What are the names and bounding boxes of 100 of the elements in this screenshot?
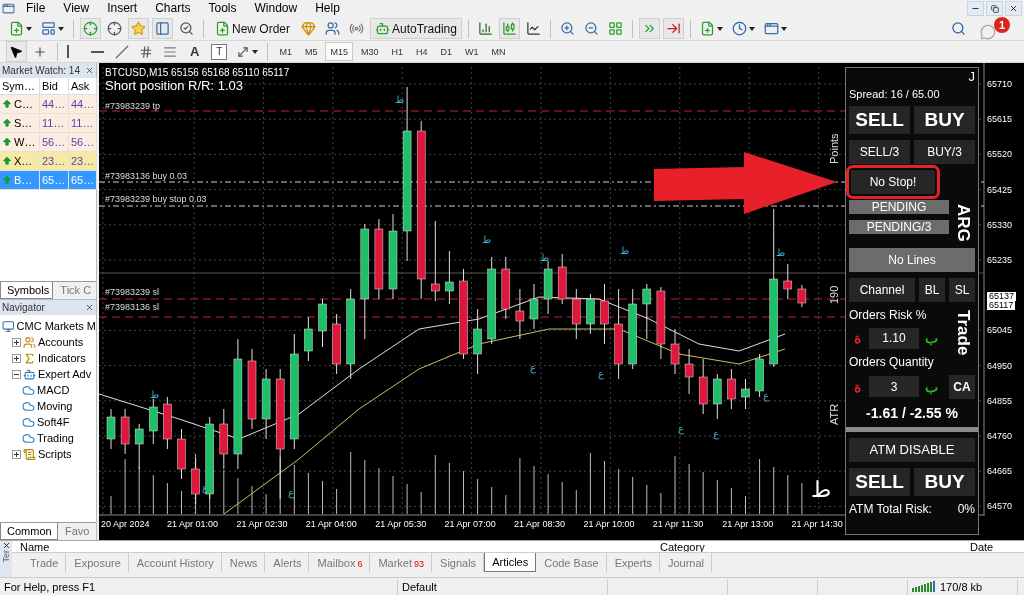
autotrading-button[interactable]: AutoTrading bbox=[370, 18, 462, 39]
price-axis-label: 64760 bbox=[987, 432, 1013, 441]
column-header[interactable]: Date bbox=[962, 541, 1024, 552]
menu-item[interactable]: Tools bbox=[199, 1, 246, 16]
terminal-tab[interactable]: Alerts bbox=[265, 553, 310, 572]
tree-item[interactable]: Moving bbox=[22, 398, 96, 414]
sell-third-button[interactable]: SELL/3 bbox=[849, 140, 910, 164]
decrease-button[interactable]: ة bbox=[849, 330, 865, 347]
menu-item[interactable]: Insert bbox=[98, 1, 147, 16]
menu-item[interactable]: View bbox=[54, 1, 99, 16]
profit-label: -1.61 / -2.55 % bbox=[866, 404, 958, 421]
timeframe-button[interactable]: M30 bbox=[355, 42, 384, 61]
fractal-mark: ط bbox=[776, 248, 785, 258]
time-axis-label: 21 Apr 02:30 bbox=[236, 520, 288, 529]
time-axis-label: 20 Apr 2024 bbox=[101, 520, 150, 529]
bid-cell: 23… bbox=[40, 152, 69, 171]
column-header[interactable]: Sym… bbox=[0, 78, 40, 95]
chat-button[interactable]: 1 bbox=[980, 17, 1010, 40]
timeframe-button[interactable]: W1 bbox=[460, 42, 484, 61]
sl-button[interactable]: SL bbox=[949, 277, 975, 302]
sell-button[interactable]: SELL bbox=[849, 106, 910, 134]
timeframe-button[interactable]: H1 bbox=[386, 42, 408, 61]
terminal-tab[interactable]: Articles bbox=[484, 553, 537, 572]
fractal-mark: ع bbox=[763, 391, 769, 401]
price-axis-label: 65045 bbox=[987, 326, 1013, 336]
terminal-tab[interactable]: Market 93 bbox=[370, 553, 433, 572]
timeframe-button[interactable]: D1 bbox=[435, 42, 457, 61]
price-tag: 65117 bbox=[987, 301, 1016, 310]
tree-item[interactable]: Scripts bbox=[12, 446, 96, 462]
pending-third-button[interactable]: PENDING/3 bbox=[849, 220, 949, 234]
increase-button[interactable]: ب bbox=[923, 330, 939, 347]
text-tool-button[interactable]: A bbox=[184, 42, 206, 61]
ca-button[interactable]: CA bbox=[949, 374, 975, 399]
tree-item[interactable]: Accounts bbox=[12, 334, 96, 350]
buy-button[interactable]: BUY bbox=[914, 106, 975, 134]
risk-field[interactable]: 1.10 bbox=[869, 327, 919, 349]
buy-button[interactable]: BUY bbox=[914, 467, 975, 496]
panel-corner-label: J bbox=[968, 68, 975, 84]
timeframe-button[interactable]: M15 bbox=[325, 42, 353, 61]
terminal-tab[interactable]: Account History bbox=[128, 553, 222, 572]
bl-button[interactable]: BL bbox=[919, 277, 945, 302]
unread-count: 6 bbox=[357, 558, 363, 569]
timeframe-button[interactable]: M1 bbox=[274, 42, 297, 61]
corner-glyph: ط bbox=[811, 479, 831, 501]
tree-item[interactable]: Soft4F bbox=[22, 414, 96, 430]
terminal-tab[interactable]: Mailbox 6 bbox=[309, 553, 371, 572]
fractal-mark: ط bbox=[482, 235, 491, 245]
terminal-tab[interactable]: Journal bbox=[659, 553, 712, 572]
terminal-tab[interactable]: Trade bbox=[22, 553, 67, 572]
label-tool-button[interactable]: T bbox=[211, 43, 228, 60]
tree-item[interactable]: Expert Adv bbox=[12, 366, 96, 382]
new-order-button[interactable]: New Order bbox=[210, 18, 295, 39]
menu-item[interactable]: File bbox=[17, 1, 55, 16]
timeframe-button[interactable]: M5 bbox=[299, 42, 323, 61]
order-line-label: #73983136 buy 0.03 bbox=[105, 172, 188, 181]
atm-disable-button[interactable]: ATM DISABLE bbox=[849, 437, 975, 462]
menu-item[interactable]: Charts bbox=[146, 1, 200, 16]
status-text: For Help, press F1 bbox=[0, 578, 398, 595]
terminal-tab[interactable]: Code Base bbox=[536, 553, 607, 572]
decrease-button[interactable]: ة bbox=[849, 378, 865, 395]
fractal-mark: ط bbox=[540, 253, 549, 263]
no-lines-button[interactable]: No Lines bbox=[849, 247, 975, 272]
time-axis-label: 21 Apr 05:30 bbox=[375, 520, 427, 529]
panel-tab[interactable]: Symbols bbox=[0, 282, 54, 299]
time-axis-label: 21 Apr 13:00 bbox=[722, 520, 774, 529]
fractal-mark: ع bbox=[598, 369, 604, 379]
quantity-field[interactable]: 3 bbox=[869, 376, 919, 398]
column-header[interactable]: Bid bbox=[40, 78, 69, 95]
timeframe-button[interactable]: H4 bbox=[410, 42, 433, 61]
order-line-label: #73983136 sl bbox=[105, 303, 160, 312]
tree-item[interactable]: CMC Markets M bbox=[2, 318, 96, 334]
unread-count: 93 bbox=[414, 558, 425, 569]
menu-item[interactable]: Help bbox=[306, 1, 349, 16]
terminal-tab[interactable]: Experts bbox=[606, 553, 660, 572]
indicator-label: ATR bbox=[829, 403, 840, 425]
panel-tab[interactable]: Common bbox=[0, 523, 58, 540]
symbol-cell[interactable]: C… bbox=[0, 95, 40, 114]
tree-item[interactable]: Trading bbox=[22, 430, 96, 446]
pending-button[interactable]: PENDING bbox=[849, 200, 949, 214]
column-header[interactable]: Name bbox=[12, 541, 652, 552]
tree-item[interactable]: MACD bbox=[22, 382, 96, 398]
sell-button[interactable]: SELL bbox=[849, 467, 910, 496]
vertical-label: ARG bbox=[953, 204, 973, 242]
terminal-tab[interactable]: Exposure bbox=[66, 553, 129, 572]
time-axis-label: 21 Apr 11:30 bbox=[652, 520, 704, 529]
buy-third-button[interactable]: BUY/3 bbox=[914, 140, 975, 164]
increase-button[interactable]: ب bbox=[923, 378, 939, 395]
timeframe-button[interactable]: MN bbox=[486, 42, 511, 61]
tree-item[interactable]: Indicators bbox=[12, 350, 96, 366]
order-line-label: #73983239 tp bbox=[105, 102, 161, 111]
channel-button[interactable]: Channel bbox=[849, 277, 915, 302]
price-axis-label: 65520 bbox=[987, 150, 1013, 160]
column-header[interactable]: Ask bbox=[69, 78, 98, 95]
ask-cell: 23… bbox=[69, 152, 98, 171]
menu-item[interactable]: Window bbox=[245, 1, 307, 16]
symbol-cell[interactable]: X… bbox=[0, 152, 40, 171]
symbol-cell[interactable]: W… bbox=[0, 133, 40, 152]
terminal-tab[interactable]: News bbox=[221, 553, 266, 572]
symbol-cell[interactable]: S… bbox=[0, 114, 40, 133]
ask-cell: 11… bbox=[69, 114, 98, 133]
